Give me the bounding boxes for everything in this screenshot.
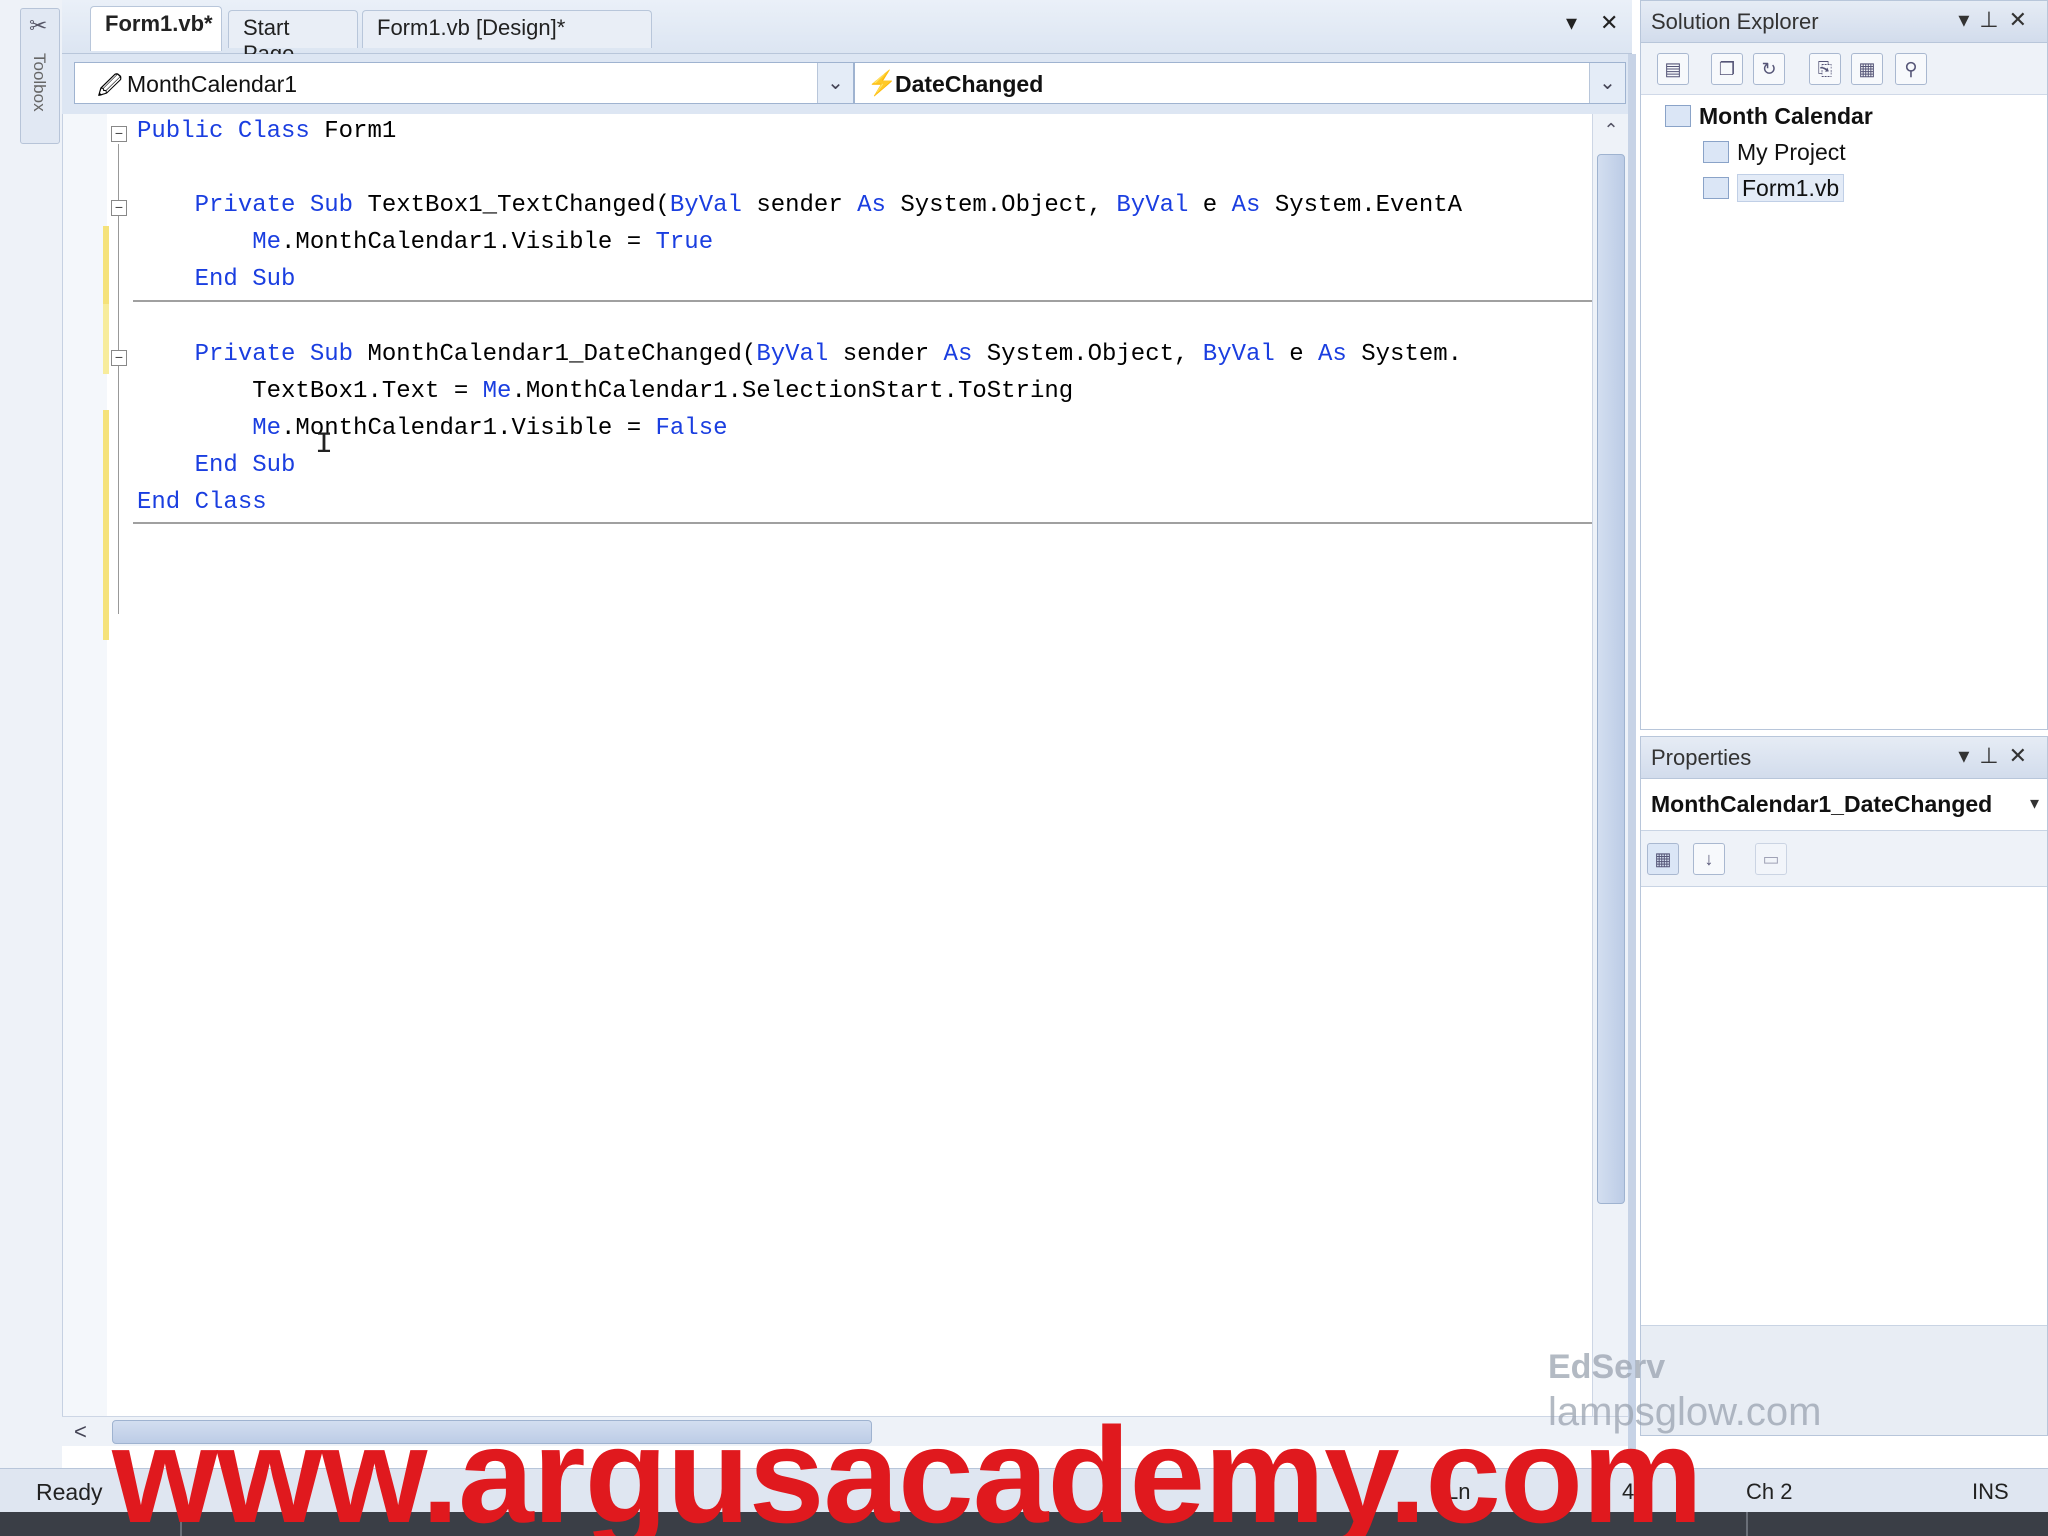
editor-gutter (63, 114, 107, 1416)
property-pages-icon[interactable]: ▭ (1755, 843, 1787, 875)
chevron-down-icon[interactable]: ▾ (2030, 793, 2039, 814)
fold-collapse-icon[interactable]: − (111, 126, 127, 142)
method-separator (133, 522, 1593, 524)
status-char: Ch 2 (1746, 1479, 1793, 1504)
scroll-left-icon[interactable]: < (74, 1419, 87, 1445)
code-line: Private Sub TextBox1_TextChanged(ByVal s… (194, 192, 1463, 219)
solution-explorer-toolbar: ▤ ❐ ↻ ⎘ ▦ ⚲ (1641, 43, 2047, 95)
taskbar-separator (1746, 1512, 1748, 1536)
method-separator (133, 300, 1593, 302)
control-icon: 🖉 (97, 73, 123, 100)
pin-icon[interactable]: ⊥ (1979, 7, 2008, 32)
scroll-up-icon[interactable]: ⌃ (1599, 120, 1623, 146)
show-all-files-icon[interactable]: ❐ (1711, 53, 1743, 85)
close-icon[interactable]: ✕ (2009, 7, 2037, 32)
code-editor[interactable]: − − − Public Class Form1 Private Sub Tex… (62, 114, 1593, 1416)
tree-item-project[interactable]: Month Calendar (1665, 103, 1873, 130)
categorized-icon[interactable]: ▦ (1647, 843, 1679, 875)
vertical-scrollbar[interactable]: ⌃ (1592, 114, 1628, 1416)
code-line: TextBox1.Text = Me.MonthCalendar1.Select… (137, 378, 1074, 405)
properties-object-combo[interactable]: MonthCalendar1_DateChanged ▾ (1641, 779, 2047, 831)
pin-icon[interactable]: ⊥ (1979, 743, 2008, 768)
code-line: End Sub (194, 266, 296, 293)
chevron-down-icon[interactable]: ▾ (1566, 10, 1577, 36)
tab-form1-design[interactable]: Form1.vb [Design]* (362, 10, 652, 48)
form-icon (1703, 177, 1729, 199)
panel-title: Properties ▾⊥✕ (1641, 737, 2047, 779)
navigation-bar: 🖉 MonthCalendar1 ⌄ ⚡ DateChanged ⌄ (62, 54, 1632, 114)
toolbox-icon: ✂ (29, 13, 48, 38)
code-line: Me.MonthCalendar1.Visible = True (252, 229, 714, 256)
solution-explorer-title: Solution Explorer (1651, 9, 1819, 34)
tab-form1-vb[interactable]: Form1.vb* (90, 6, 222, 51)
my-project-icon (1703, 141, 1729, 163)
code-line: Me.MonthCalendar1.Visible = False (252, 415, 728, 442)
text-cursor-icon: I (315, 428, 334, 462)
lightning-icon: ⚡ (867, 70, 897, 97)
vertical-scroll-thumb[interactable] (1597, 154, 1625, 1204)
toolbox-strip: ✂ Toolbox (0, 0, 62, 1468)
view-designer-icon[interactable]: ▦ (1851, 53, 1883, 85)
tree-item-my-project[interactable]: My Project (1703, 139, 1846, 166)
properties-icon[interactable]: ▤ (1657, 53, 1689, 85)
edserv-watermark: EdServ (1548, 1348, 1666, 1386)
class-diagram-icon[interactable]: ⚲ (1895, 53, 1927, 85)
panel-splitter[interactable] (1628, 54, 1636, 1464)
object-combo-value: MonthCalendar1 (127, 71, 298, 97)
fold-collapse-icon[interactable]: − (111, 350, 127, 366)
toolbox-tab[interactable]: ✂ Toolbox (20, 8, 60, 144)
argus-academy-watermark: www.argusacademy.com (112, 1399, 1703, 1536)
event-combo[interactable]: ⚡ DateChanged ⌄ (854, 62, 1626, 104)
chevron-down-icon[interactable]: ⌄ (1589, 63, 1625, 103)
status-ready: Ready (36, 1479, 103, 1505)
close-icon[interactable]: ✕ (1600, 10, 1618, 36)
code-line: End Class (137, 489, 267, 516)
properties-toolbar: ▦ ↓ ▭ (1641, 831, 2047, 887)
close-icon[interactable]: ✕ (2009, 743, 2037, 768)
solution-explorer-panel: Solution Explorer ▾⊥✕ ▤ ❐ ↻ ⎘ ▦ ⚲ Month … (1640, 0, 2048, 730)
status-mode: INS (1972, 1479, 2009, 1504)
change-bar (103, 410, 109, 640)
code-line: Private Sub MonthCalendar1_DateChanged(B… (194, 341, 1463, 368)
code-line: Public Class Form1 (137, 118, 397, 145)
tab-start-page[interactable]: Start Page (228, 10, 358, 66)
properties-title: Properties (1651, 745, 1752, 770)
chevron-down-icon[interactable]: ▾ (1958, 743, 1979, 768)
vb-project-icon (1665, 105, 1691, 127)
object-combo[interactable]: 🖉 MonthCalendar1 ⌄ (74, 62, 854, 104)
toolbox-label: Toolbox (30, 53, 49, 112)
fold-collapse-icon[interactable]: − (111, 200, 127, 216)
change-bar (103, 304, 109, 374)
properties-object-value: MonthCalendar1_DateChanged (1651, 791, 1993, 817)
chevron-down-icon[interactable]: ▾ (1958, 7, 1979, 32)
properties-panel: Properties ▾⊥✕ MonthCalendar1_DateChange… (1640, 736, 2048, 1436)
code-text[interactable]: Public Class Form1 Private Sub TextBox1_… (137, 114, 1587, 534)
tree-item-form1-vb[interactable]: Form1.vb (1703, 174, 1845, 202)
alphabetical-icon[interactable]: ↓ (1693, 843, 1725, 875)
panel-title: Solution Explorer ▾⊥✕ (1641, 1, 2047, 43)
document-tab-bar: Form1.vb* Start Page Form1.vb [Design]* … (62, 0, 1632, 66)
refresh-icon[interactable]: ↻ (1753, 53, 1785, 85)
view-code-icon[interactable]: ⎘ (1809, 53, 1841, 85)
code-line: End Sub (194, 452, 296, 479)
event-combo-value: DateChanged (895, 71, 1044, 97)
chevron-down-icon[interactable]: ⌄ (817, 63, 853, 103)
